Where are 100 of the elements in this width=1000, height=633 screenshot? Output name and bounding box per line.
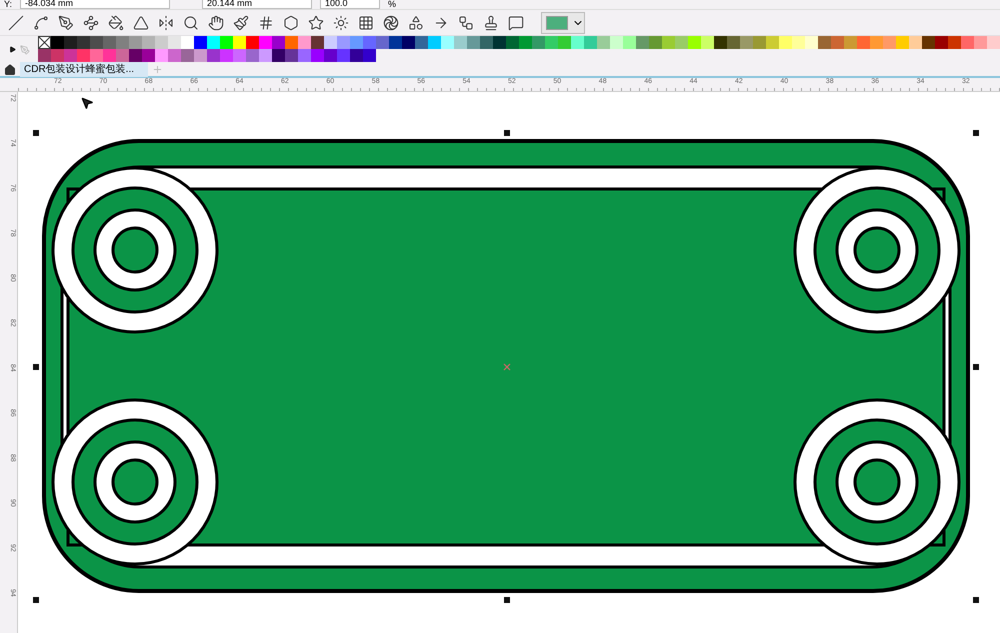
color-swatch[interactable] [922, 36, 935, 49]
flowchart-icon[interactable] [458, 14, 474, 30]
color-swatch[interactable] [64, 49, 77, 62]
selection-handle[interactable] [973, 130, 979, 136]
no-color-swatch[interactable] [38, 36, 51, 49]
hexagon-icon[interactable] [283, 14, 299, 30]
color-swatch[interactable] [337, 49, 350, 62]
color-swatch[interactable] [688, 36, 701, 49]
color-swatch[interactable] [480, 36, 493, 49]
color-swatch[interactable] [883, 36, 896, 49]
triangle-icon[interactable] [133, 14, 149, 30]
color-swatch[interactable] [454, 36, 467, 49]
line-icon[interactable] [8, 14, 24, 30]
zoom-icon[interactable] [183, 14, 199, 30]
color-swatch[interactable] [948, 36, 961, 49]
color-swatch[interactable] [194, 36, 207, 49]
color-swatch[interactable] [272, 49, 285, 62]
callout-icon[interactable] [508, 14, 524, 30]
color-swatch[interactable] [701, 36, 714, 49]
mirror-icon[interactable] [158, 14, 174, 30]
color-swatch[interactable] [155, 49, 168, 62]
color-swatch[interactable] [181, 49, 194, 62]
selection-handle[interactable] [504, 130, 510, 136]
color-swatch[interactable] [220, 49, 233, 62]
bucket-icon[interactable] [108, 14, 124, 30]
color-swatch[interactable] [51, 49, 64, 62]
color-swatch[interactable] [714, 36, 727, 49]
color-swatch[interactable] [311, 36, 324, 49]
color-swatch[interactable] [103, 36, 116, 49]
color-swatch[interactable] [298, 49, 311, 62]
color-swatch[interactable] [324, 36, 337, 49]
color-swatch[interactable] [233, 49, 246, 62]
selection-handle[interactable] [33, 130, 39, 136]
color-swatch[interactable] [987, 36, 1000, 49]
color-swatch[interactable] [350, 49, 363, 62]
color-swatch[interactable] [285, 49, 298, 62]
stamp-icon[interactable] [483, 14, 499, 30]
color-swatch[interactable] [844, 36, 857, 49]
sun-icon[interactable] [333, 14, 349, 30]
color-swatch[interactable] [129, 49, 142, 62]
color-swatch[interactable] [233, 36, 246, 49]
grid-icon[interactable] [258, 14, 274, 30]
table-icon[interactable] [358, 14, 374, 30]
color-swatch[interactable] [376, 36, 389, 49]
color-swatch[interactable] [909, 36, 922, 49]
y-field[interactable]: -84.034 mm [20, 0, 170, 9]
shapes-icon[interactable] [408, 14, 424, 30]
color-swatch[interactable] [298, 36, 311, 49]
fill-color-picker[interactable] [541, 12, 585, 34]
color-swatch[interactable] [38, 49, 51, 62]
star-icon[interactable] [308, 14, 324, 30]
color-swatch[interactable] [64, 36, 77, 49]
color-swatch[interactable] [740, 36, 753, 49]
document-tab[interactable]: CDR包装设计蜂蜜包装... [20, 62, 148, 77]
color-swatch[interactable] [649, 36, 662, 49]
color-swatch[interactable] [363, 36, 376, 49]
curve-icon[interactable] [33, 14, 49, 30]
color-swatch[interactable] [519, 36, 532, 49]
color-swatch[interactable] [51, 36, 64, 49]
color-swatch[interactable] [77, 49, 90, 62]
color-swatch[interactable] [246, 36, 259, 49]
color-swatch[interactable] [623, 36, 636, 49]
color-swatch[interactable] [805, 36, 818, 49]
height-field[interactable]: 20.144 mm [202, 0, 312, 9]
color-swatch[interactable] [285, 36, 298, 49]
color-swatch[interactable] [467, 36, 480, 49]
color-swatch[interactable] [675, 36, 688, 49]
color-swatch[interactable] [506, 36, 519, 49]
color-swatch[interactable] [207, 49, 220, 62]
color-swatch[interactable] [389, 36, 402, 49]
selection-handle[interactable] [33, 597, 39, 603]
color-swatch[interactable] [337, 36, 350, 49]
color-swatch[interactable] [727, 36, 740, 49]
color-swatch[interactable] [441, 36, 454, 49]
new-tab-icon[interactable] [152, 64, 163, 75]
color-swatch[interactable] [90, 49, 103, 62]
polyline-icon[interactable] [83, 14, 99, 30]
color-swatch[interactable] [597, 36, 610, 49]
color-swatch[interactable] [636, 36, 649, 49]
color-swatch[interactable] [77, 36, 90, 49]
color-swatch[interactable] [532, 36, 545, 49]
home-icon[interactable] [4, 64, 16, 76]
selection-handle[interactable] [504, 597, 510, 603]
color-swatch[interactable] [402, 36, 415, 49]
color-swatch[interactable] [818, 36, 831, 49]
color-swatch[interactable] [753, 36, 766, 49]
color-swatch[interactable] [246, 49, 259, 62]
color-swatch[interactable] [363, 49, 376, 62]
color-swatch[interactable] [103, 49, 116, 62]
color-swatch[interactable] [896, 36, 909, 49]
color-swatch[interactable] [610, 36, 623, 49]
color-swatch[interactable] [155, 36, 168, 49]
scale-field[interactable]: 100.0 [320, 0, 380, 9]
color-swatch[interactable] [415, 36, 428, 49]
color-swatch[interactable] [90, 36, 103, 49]
color-swatch[interactable] [116, 36, 129, 49]
palette-scroll-icon[interactable] [8, 46, 16, 53]
color-swatch[interactable] [428, 36, 441, 49]
hand-icon[interactable] [208, 14, 224, 30]
color-swatch[interactable] [779, 36, 792, 49]
